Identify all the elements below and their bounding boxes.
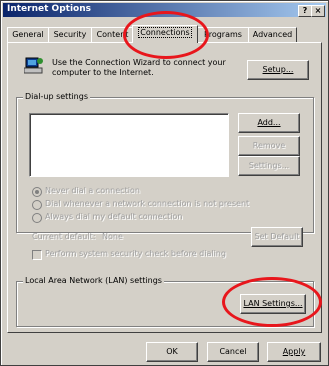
current-default-label: Current default: [32, 232, 96, 241]
apply-button[interactable]: Apply [267, 342, 321, 362]
tab-general[interactable]: General [7, 27, 49, 42]
always-dial-radio [32, 213, 42, 223]
tab-programs[interactable]: Programs [197, 27, 249, 42]
ok-button[interactable]: OK [146, 342, 198, 362]
tab-security[interactable]: Security [48, 27, 92, 42]
apply-label: Apply [282, 347, 306, 356]
dial-whenever-label: Dial whenever a network connection is no… [45, 199, 250, 208]
dial-whenever-radio [32, 200, 42, 210]
never-dial-label: Never dial a connection [45, 186, 140, 195]
dialup-connections-list[interactable] [29, 113, 229, 177]
close-button[interactable]: × [311, 5, 325, 17]
tab-connections[interactable]: Connections [132, 25, 198, 43]
always-dial-label: Always dial my default connection [45, 212, 183, 221]
lan-settings-label: LAN Settings... [243, 299, 303, 308]
setup-button[interactable]: Setup... [247, 60, 309, 80]
tab-connections-label: Connections [138, 27, 192, 38]
title-bar: Internet Options ? × [3, 3, 326, 17]
dialup-settings-button: Settings... [238, 156, 300, 176]
add-label: Add... [257, 118, 281, 127]
lan-settings-button[interactable]: LAN Settings... [240, 294, 306, 314]
remove-button: Remove [238, 136, 300, 156]
set-default-button: Set Default [251, 227, 303, 247]
lan-legend: Local Area Network (LAN) settings [23, 276, 164, 285]
dialup-legend: Dial-up settings [23, 92, 90, 101]
tab-advanced[interactable]: Advanced [248, 27, 297, 42]
current-default-value: None [102, 232, 123, 241]
never-dial-radio [32, 187, 42, 197]
connection-wizard-icon [24, 57, 43, 74]
window-title: Internet Options [7, 4, 91, 14]
help-button[interactable]: ? [298, 5, 312, 17]
cancel-button[interactable]: Cancel [207, 342, 259, 362]
connections-panel: Use the Connection Wizard to connect you… [7, 42, 322, 333]
tab-content[interactable]: Content [91, 27, 134, 42]
setup-label: Setup... [262, 65, 294, 74]
perform-check-checkbox [32, 250, 42, 260]
add-button[interactable]: Add... [238, 113, 300, 133]
internet-options-window: Internet Options ? × General Security Co… [0, 0, 329, 366]
wizard-text-line2: computer to the Internet. [52, 68, 154, 77]
perform-check-label: Perform system security check before dia… [45, 249, 226, 258]
wizard-text-line1: Use the Connection Wizard to connect you… [52, 58, 226, 67]
